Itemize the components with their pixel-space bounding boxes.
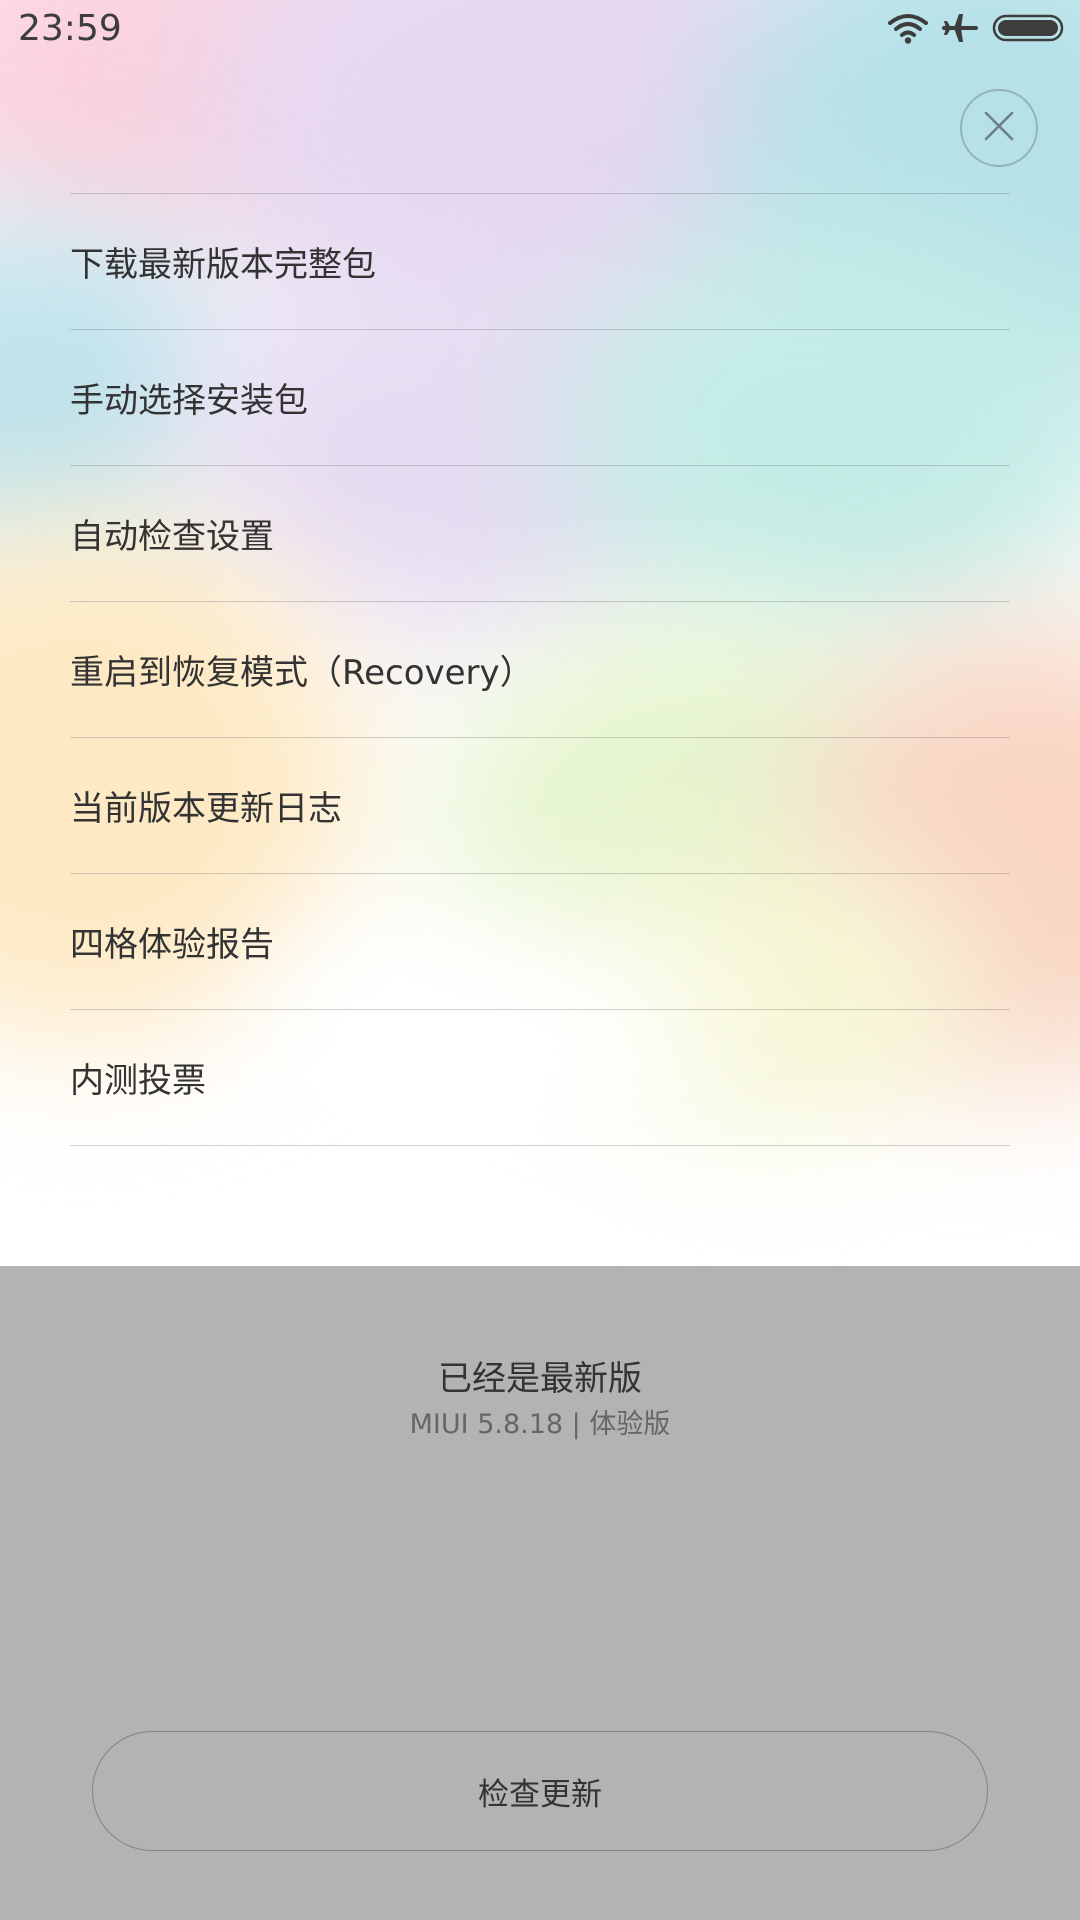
menu-item-experience-report[interactable]: 四格体验报告 (70, 874, 1010, 1010)
menu-item-label: 四格体验报告 (70, 925, 274, 965)
menu-item-label: 当前版本更新日志 (70, 789, 342, 829)
status-time: 23:59 (18, 8, 122, 49)
menu-item-reboot-recovery[interactable]: 重启到恢复模式（Recovery） (70, 602, 1010, 738)
menu-panel: 23:59 下载最新版本完整包 手动选择安装包 自动检查设置 重启到恢复模式（R… (0, 0, 1080, 1266)
battery-icon (992, 13, 1066, 47)
wifi-icon (888, 12, 928, 48)
version-label: MIUI 5.8.18 | 体验版 (409, 1409, 671, 1440)
airplane-mode-icon (942, 12, 978, 48)
update-status: 已经是最新版 MIUI 5.8.18 | 体验版 (0, 1355, 1080, 1445)
close-icon (983, 110, 1015, 146)
status-bar: 23:59 (0, 0, 1080, 60)
menu-item-download-full-package[interactable]: 下载最新版本完整包 (70, 194, 1010, 330)
close-button[interactable] (960, 89, 1038, 167)
menu-item-label: 下载最新版本完整包 (70, 245, 376, 285)
check-update-button[interactable]: 检查更新 (92, 1731, 988, 1851)
screen: 23:59 下载最新版本完整包 手动选择安装包 自动检查设置 重启到恢复模式（R… (0, 0, 1080, 1920)
menu-item-label: 手动选择安装包 (70, 381, 308, 421)
status-icons (888, 12, 1066, 48)
update-status-title: 已经是最新版 (438, 1359, 642, 1399)
menu-item-changelog[interactable]: 当前版本更新日志 (70, 738, 1010, 874)
menu-item-label: 内测投票 (70, 1061, 206, 1101)
menu-item-manual-select-package[interactable]: 手动选择安装包 (70, 330, 1010, 466)
menu-item-label: 重启到恢复模式（Recovery） (70, 653, 534, 693)
menu-item-label: 自动检查设置 (70, 517, 274, 557)
menu-item-auto-check-settings[interactable]: 自动检查设置 (70, 466, 1010, 602)
menu-item-beta-vote[interactable]: 内测投票 (70, 1010, 1010, 1146)
menu-list: 下载最新版本完整包 手动选择安装包 自动检查设置 重启到恢复模式（Recover… (70, 193, 1010, 1146)
